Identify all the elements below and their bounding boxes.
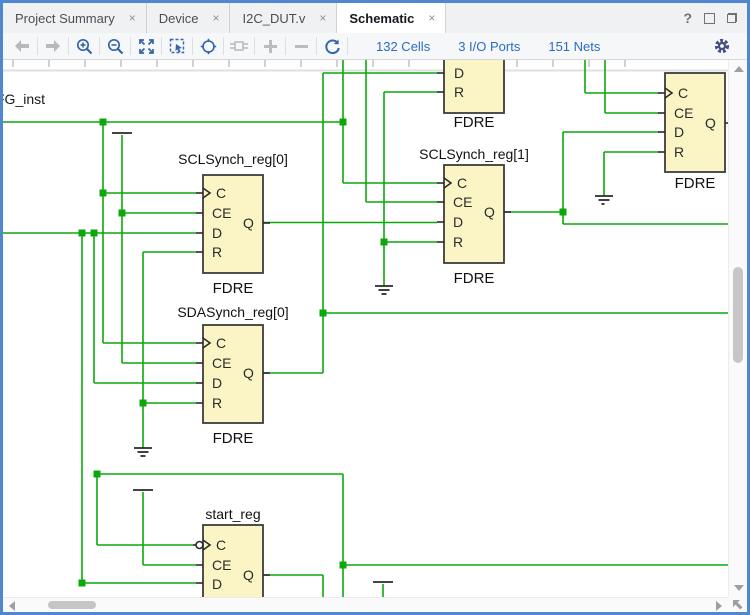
cell-name-label: start_reg xyxy=(205,506,260,522)
close-icon[interactable]: × xyxy=(129,11,136,25)
cell-name-label: SDASynch_reg[0] xyxy=(177,304,288,320)
port-label-q: Q xyxy=(243,567,254,583)
cell-type-label: FDRE xyxy=(675,175,716,192)
port-label-d: D xyxy=(212,225,222,241)
zoom-in-button[interactable] xyxy=(71,35,97,57)
cell-start-reg[interactable]: start_reg C CE D Q xyxy=(193,506,270,597)
port-label-c: C xyxy=(216,335,226,351)
scroll-corner-widget[interactable] xyxy=(728,597,747,612)
port-label-ce: CE xyxy=(212,557,231,573)
close-icon[interactable]: × xyxy=(212,11,219,25)
port-label-ce: CE xyxy=(674,105,693,121)
schematic-toolbar: 132 Cells 3 I/O Ports 151 Nets xyxy=(3,33,747,60)
cell-name-label: SCLSynch_reg[0] xyxy=(178,151,288,167)
window-controls: ? xyxy=(683,3,747,33)
schematic-wires xyxy=(3,60,728,597)
nets-link[interactable]: 151 Nets xyxy=(548,39,600,54)
cell-fdre-right[interactable]: C CE D R Q FDRE xyxy=(658,72,728,192)
cell-sclsynch-reg1[interactable]: SCLSynch_reg[1] C CE D R Q FDRE xyxy=(419,146,529,287)
tab-label: Device xyxy=(158,10,199,26)
vivado-window: Project Summary × Device × I2C_DUT.v × S… xyxy=(0,0,750,615)
tab-bar: Project Summary × Device × I2C_DUT.v × S… xyxy=(3,3,747,34)
port-label-ce: CE xyxy=(212,355,231,371)
port-label-r: R xyxy=(453,234,463,250)
origin-arrow-icon xyxy=(732,599,742,609)
zoom-to-selection-button[interactable] xyxy=(164,35,190,57)
close-icon[interactable]: × xyxy=(428,11,435,25)
tab-label: Project Summary xyxy=(15,10,115,26)
float-window-icon[interactable] xyxy=(704,12,715,24)
schematic-canvas[interactable]: FG_inst xyxy=(3,60,728,597)
tab-device[interactable]: Device × xyxy=(147,3,231,33)
port-label-r: R xyxy=(212,244,222,260)
port-label-c: C xyxy=(678,85,688,101)
port-label-q: Q xyxy=(243,365,254,381)
port-label-d: D xyxy=(453,214,463,230)
next-button[interactable] xyxy=(40,35,66,57)
previous-button[interactable] xyxy=(9,35,35,57)
port-label-d: D xyxy=(454,65,464,81)
cells-link[interactable]: 132 Cells xyxy=(376,39,430,54)
port-label-c: C xyxy=(457,175,467,191)
cell-name-label: SCLSynch_reg[1] xyxy=(419,146,529,162)
close-icon[interactable]: × xyxy=(319,11,326,25)
tab-i2c-dut[interactable]: I2C_DUT.v × xyxy=(230,3,338,33)
remove-button[interactable] xyxy=(288,35,314,57)
scroll-left-icon[interactable] xyxy=(9,601,15,611)
vertical-scrollbar[interactable] xyxy=(728,60,747,597)
scroll-down-icon[interactable] xyxy=(734,585,744,591)
schematic-stats: 132 Cells 3 I/O Ports 151 Nets xyxy=(376,39,600,54)
cell-sclsynch-reg0[interactable]: SCLSynch_reg[0] C CE D R Q FDRE xyxy=(178,151,288,297)
zoom-out-button[interactable] xyxy=(102,35,128,57)
zoom-fit-button[interactable] xyxy=(133,35,159,57)
schematic-drawing: FG_inst xyxy=(3,60,728,597)
port-label-c: C xyxy=(216,537,226,553)
port-label-d: D xyxy=(212,576,222,592)
tab-label: I2C_DUT.v xyxy=(242,10,306,26)
settings-gear-icon[interactable] xyxy=(709,35,735,57)
vertical-scroll-thumb[interactable] xyxy=(733,267,743,363)
cell-type-label: FDRE xyxy=(213,280,254,297)
add-button[interactable] xyxy=(257,35,283,57)
horizontal-scrollbar[interactable] xyxy=(3,597,728,612)
expand-cone-button[interactable] xyxy=(226,35,252,57)
cell-sdasynch-reg0[interactable]: SDASynch_reg[0] C CE D R Q FDRE xyxy=(177,304,288,447)
tab-label: Schematic xyxy=(349,10,415,26)
port-label-r: R xyxy=(454,84,464,100)
port-label-ce: CE xyxy=(453,194,472,210)
maximize-window-icon[interactable] xyxy=(727,13,737,23)
port-label-d: D xyxy=(212,375,222,391)
regenerate-button[interactable] xyxy=(319,35,345,57)
port-label-q: Q xyxy=(484,204,495,220)
port-label-ce: CE xyxy=(212,205,231,221)
port-label-r: R xyxy=(674,144,684,160)
port-label-d: D xyxy=(674,124,684,140)
horizontal-scroll-thumb[interactable] xyxy=(48,601,96,609)
cell-type-label: FDRE xyxy=(454,270,495,287)
autofit-selection-button[interactable] xyxy=(195,35,221,57)
port-label-q: Q xyxy=(243,215,254,231)
cell-type-label: FDRE xyxy=(454,114,495,131)
port-label-c: C xyxy=(216,185,226,201)
cell-fdre-top[interactable]: D R FDRE xyxy=(437,60,505,131)
tab-schematic[interactable]: Schematic × xyxy=(337,3,447,33)
scroll-up-icon[interactable] xyxy=(734,66,744,72)
port-label-r: R xyxy=(212,395,222,411)
help-icon[interactable]: ? xyxy=(683,10,692,26)
scroll-right-icon[interactable] xyxy=(716,601,722,611)
io-ports-link[interactable]: 3 I/O Ports xyxy=(458,39,520,54)
cell-type-label: FDRE xyxy=(213,430,254,447)
port-label-q: Q xyxy=(705,115,716,131)
tab-project-summary[interactable]: Project Summary × xyxy=(3,3,147,33)
instance-label: FG_inst xyxy=(3,91,45,107)
